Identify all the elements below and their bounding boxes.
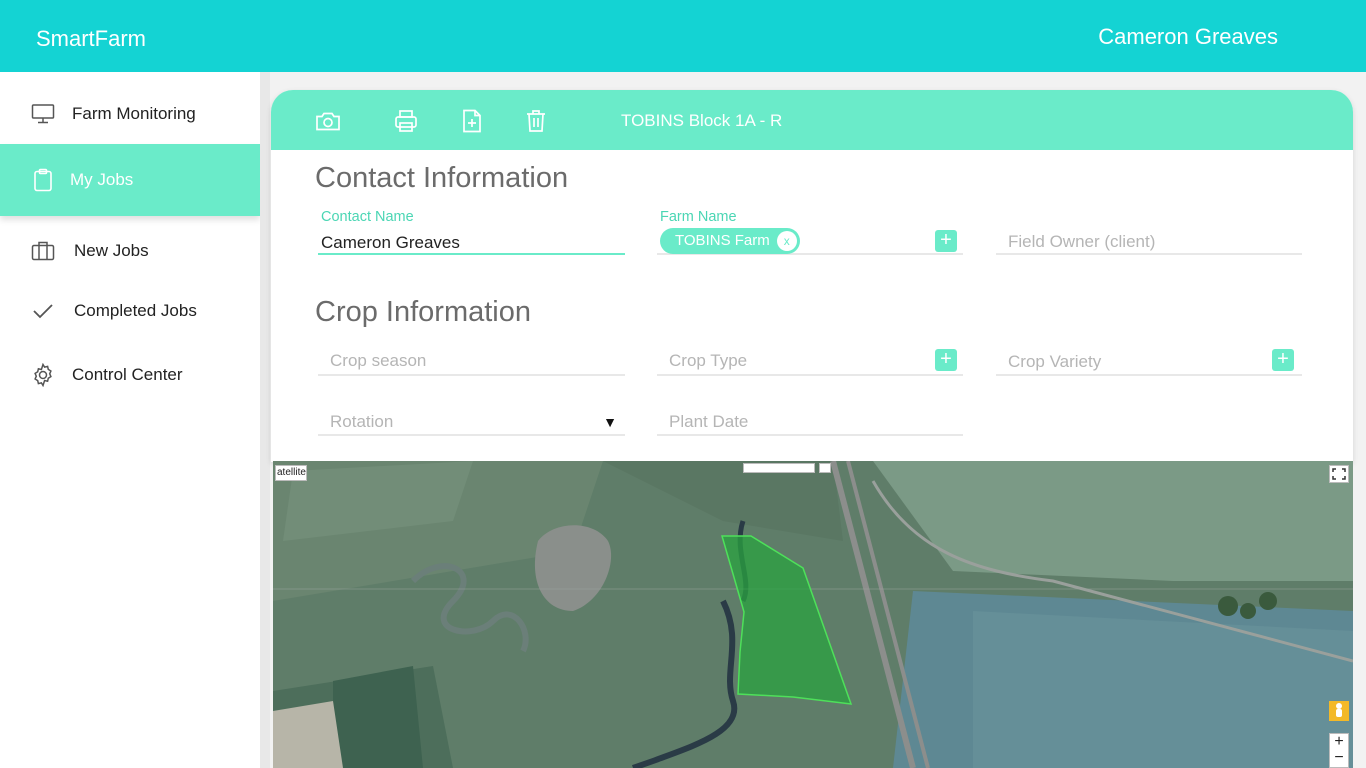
clipboard-icon xyxy=(30,167,56,193)
delete-button[interactable] xyxy=(522,107,550,135)
gear-icon xyxy=(30,362,56,388)
farm-name-label: Farm Name xyxy=(660,209,737,225)
add-file-icon xyxy=(463,109,481,133)
sidebar-item-my-jobs[interactable]: My Jobs xyxy=(0,144,260,216)
job-detail-card: TOBINS Block 1A - R Contact Information … xyxy=(271,90,1353,462)
top-bar: SmartFarm Cameron Greaves xyxy=(0,0,1366,72)
camera-button[interactable] xyxy=(314,107,342,135)
zoom-controls: + − xyxy=(1329,733,1349,768)
contact-name-label: Contact Name xyxy=(321,209,414,225)
contact-name-value: Cameron Greaves xyxy=(321,233,460,252)
zoom-in-button[interactable]: + xyxy=(1330,734,1348,750)
sidebar-item-new-jobs[interactable]: New Jobs xyxy=(0,220,260,282)
printer-icon xyxy=(395,110,417,132)
card-toolbar: TOBINS Block 1A - R xyxy=(271,90,1353,150)
farm-chip-label: TOBINS Farm xyxy=(675,232,770,249)
sidebar-item-farm-monitoring[interactable]: Farm Monitoring xyxy=(0,83,260,145)
add-crop-type-button[interactable]: + xyxy=(935,349,957,371)
job-title: TOBINS Block 1A - R xyxy=(621,111,783,130)
print-button[interactable] xyxy=(392,107,420,135)
satellite-map[interactable]: atellite + − xyxy=(273,461,1353,768)
check-icon xyxy=(30,298,56,324)
contact-section-title: Contact Information xyxy=(315,162,569,194)
crop-season-placeholder: Crop season xyxy=(330,351,427,370)
user-name[interactable]: Cameron Greaves xyxy=(1098,24,1278,50)
trash-icon xyxy=(527,110,545,132)
crop-season-input[interactable]: Crop season xyxy=(318,330,625,376)
sidebar-divider xyxy=(260,72,270,768)
plant-date-input[interactable]: Plant Date xyxy=(657,390,963,436)
street-view-pegman[interactable] xyxy=(1329,701,1349,721)
sidebar-item-label: Control Center xyxy=(72,365,183,384)
app-brand: SmartFarm xyxy=(36,26,146,51)
map-imagery xyxy=(273,461,1353,768)
zoom-out-button[interactable]: − xyxy=(1330,750,1348,766)
crop-type-placeholder: Crop Type xyxy=(669,351,748,370)
field-owner-input[interactable]: Field Owner (client) xyxy=(996,209,1302,255)
crop-variety-input[interactable]: Crop Variety + xyxy=(996,330,1302,376)
sidebar-item-control-center[interactable]: Control Center xyxy=(0,344,260,406)
plant-date-placeholder: Plant Date xyxy=(669,412,749,431)
add-farm-button[interactable]: + xyxy=(935,230,957,252)
monitor-icon xyxy=(30,101,56,127)
map-type-button[interactable]: atellite xyxy=(275,465,307,481)
sidebar-item-label: Farm Monitoring xyxy=(72,104,196,123)
remove-farm-chip-button[interactable]: x xyxy=(776,231,797,251)
farm-name-field[interactable]: Farm Name TOBINS Farm x + xyxy=(657,209,963,255)
field-owner-placeholder: Field Owner (client) xyxy=(1008,232,1156,251)
sidebar-item-label: New Jobs xyxy=(74,241,149,260)
drawing-delete-button[interactable] xyxy=(819,463,831,473)
rotation-placeholder: Rotation xyxy=(330,412,394,431)
sidebar: Farm Monitoring My Jobs New Jobs Complet… xyxy=(0,72,260,768)
fullscreen-icon xyxy=(1332,468,1346,480)
crop-variety-placeholder: Crop Variety xyxy=(1008,352,1102,371)
rotation-select[interactable]: Rotation ▼ xyxy=(318,390,625,436)
pegman-icon xyxy=(1336,703,1342,717)
add-file-button[interactable] xyxy=(458,107,486,135)
farm-chip: TOBINS Farm x xyxy=(660,228,800,254)
sidebar-item-completed-jobs[interactable]: Completed Jobs xyxy=(0,280,260,342)
sidebar-item-label: My Jobs xyxy=(70,170,134,189)
briefcase-icon xyxy=(30,238,56,264)
drawing-tools-bar[interactable] xyxy=(743,463,815,473)
add-crop-variety-button[interactable]: + xyxy=(1272,349,1294,371)
crop-section-title: Crop Information xyxy=(315,296,531,328)
contact-name-field[interactable]: Contact Name Cameron Greaves xyxy=(318,209,625,255)
dropdown-arrow-icon: ▼ xyxy=(603,414,617,430)
fullscreen-button[interactable] xyxy=(1329,465,1349,483)
crop-type-input[interactable]: Crop Type + xyxy=(657,330,963,376)
camera-icon xyxy=(316,112,340,131)
sidebar-item-label: Completed Jobs xyxy=(74,301,197,320)
